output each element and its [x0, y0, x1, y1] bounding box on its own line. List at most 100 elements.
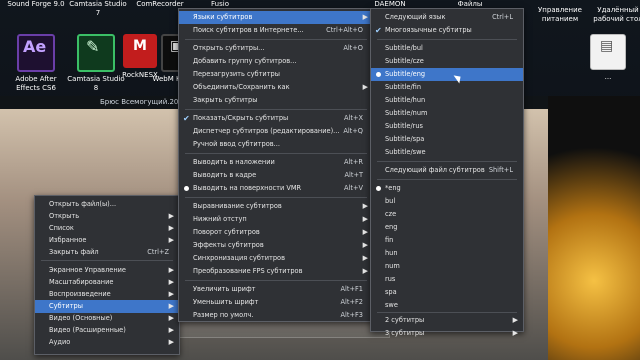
menu-item-search-subtitles[interactable]: Поиск субтитров в Интернете... Ctrl+Alt+… — [179, 24, 373, 37]
menu-item-render-vmr-surface[interactable]: Выводить на поверхности VMR Alt+V — [179, 182, 373, 195]
radio-dot-icon — [376, 186, 381, 191]
menu-item-subtitle-hun[interactable]: Subtitle/hun — [371, 94, 523, 107]
desktop-icon-power[interactable]: Управление питанием — [530, 6, 590, 24]
desktop-icon-label: Управление питанием — [538, 6, 582, 23]
menu-item-label: fin — [385, 236, 394, 244]
menu-item-fps-conversion[interactable]: Преобразование FPS субтитров ▶ — [179, 265, 373, 278]
submenu-arrow-icon: ▶ — [512, 316, 518, 324]
menu-item-label: Показать/Скрыть субтитры — [193, 114, 289, 122]
menu-item-open-subtitles[interactable]: Открыть субтитры... Alt+O — [179, 42, 373, 55]
menu-item-file-eng-active[interactable]: *eng — [371, 182, 523, 195]
desktop-icon-remote-desktop[interactable]: Удалённый рабочий стол — [588, 6, 640, 24]
menu-item-render-overlay[interactable]: Выводить в наложении Alt+R — [179, 156, 373, 169]
menu-item-label: Следующий язык — [385, 13, 446, 21]
menu-item-toggle-subtitles[interactable]: ✔ Показать/Скрыть субтитры Alt+X — [179, 112, 373, 125]
menu-item-shortcut: Alt+Q — [343, 127, 363, 135]
menu-item-merge-save-as[interactable]: Объединить/Сохранить как ▶ — [179, 81, 373, 94]
menu-item-label: Выравнивание субтитров — [193, 202, 282, 210]
menu-item-subtitle-effects[interactable]: Эффекты субтитров ▶ — [179, 239, 373, 252]
menu-item-label: eng — [385, 223, 398, 231]
menu-item-subtitle-sync[interactable]: Синхронизация субтитров ▶ — [179, 252, 373, 265]
menu-item-label: Поиск субтитров в Интернете... — [193, 26, 304, 34]
submenu-arrow-icon: ▶ — [362, 13, 368, 21]
document-icon: ▤ — [590, 34, 626, 70]
menu-item-shortcut: Alt+F1 — [340, 285, 363, 293]
menu-item-label: Subtitle/spa — [385, 135, 425, 143]
menu-item-3-subtitles[interactable]: 3 субтитры ▶ — [371, 327, 523, 340]
menu-item-subtitle-fin[interactable]: Subtitle/fin — [371, 81, 523, 94]
menu-item-bottom-margin[interactable]: Нижний отступ ▶ — [179, 213, 373, 226]
menu-separator — [377, 161, 517, 162]
submenu-arrow-icon: ▶ — [362, 254, 368, 262]
menu-item-subtitle-eng[interactable]: Subtitle/eng — [371, 68, 523, 81]
menu-item-decrease-font[interactable]: Уменьшить шрифт Alt+F2 — [179, 296, 373, 309]
menu-item-label: Диспетчер субтитров (редактирование)... — [193, 127, 340, 135]
menu-item-file-eng[interactable]: eng — [371, 221, 523, 234]
menu-item-subtitle-rotation[interactable]: Поворот субтитров ▶ — [179, 226, 373, 239]
menu-item-file-cze[interactable]: cze — [371, 208, 523, 221]
menu-item-subtitle-num[interactable]: Subtitle/num — [371, 107, 523, 120]
menu-item-label: Открыть субтитры... — [193, 44, 265, 52]
menu-item-label: Закрыть субтитры — [193, 96, 258, 104]
menu-item-shortcut: Ctrl+L — [492, 13, 513, 21]
menu-item-reload-subtitles[interactable]: Перезагрузить субтитры — [179, 68, 373, 81]
radio-dot-icon — [376, 72, 381, 77]
desktop-icon-camtasia-7[interactable]: Camtasia Studio 7 — [68, 0, 128, 18]
submenu-arrow-icon: ▶ — [362, 83, 368, 91]
background-car-scene — [548, 96, 640, 360]
menu-item-label: Нижний отступ — [193, 215, 247, 223]
menu-item-label: Перезагрузить субтитры — [193, 70, 280, 78]
menu-item-label: cze — [385, 210, 397, 218]
submenu-arrow-icon: ▶ — [362, 228, 368, 236]
menu-item-label: Добавить группу субтитров... — [193, 57, 297, 65]
menu-item-label: Преобразование FPS субтитров — [193, 267, 303, 275]
menu-item-subtitle-rus[interactable]: Subtitle/rus — [371, 120, 523, 133]
desktop-icon-after-effects[interactable]: Ae Adobe After Effects CS6 — [6, 34, 66, 93]
menu-item-render-in-frame[interactable]: Выводить в кадре Alt+T — [179, 169, 373, 182]
menu-item-increase-font[interactable]: Увеличить шрифт Alt+F1 — [179, 283, 373, 296]
menu-item-file-swe[interactable]: swe — [371, 299, 523, 312]
menu-item-default-size[interactable]: Размер по умолч. Alt+F3 — [179, 309, 373, 322]
menu-item-close-subtitles[interactable]: Закрыть субтитры — [179, 94, 373, 107]
menu-item-file-rus[interactable]: rus — [371, 273, 523, 286]
menu-item-file-fin[interactable]: fin — [371, 234, 523, 247]
submenu-arrow-icon: ▶ — [512, 329, 518, 337]
menu-item-label: Следующий файл субтитров — [385, 166, 485, 174]
menu-item-manual-subtitle-input[interactable]: Ручной ввод субтитров... — [179, 138, 373, 151]
desktop-icon-label: Удалённый рабочий стол — [593, 6, 640, 23]
menu-item-subtitle-cze[interactable]: Subtitle/cze — [371, 55, 523, 68]
desktop-icon-sound-forge[interactable]: Sound Forge 9.0 — [6, 0, 66, 9]
menu-item-label: Языки субтитров — [193, 13, 253, 21]
menu-item-label: Аудио — [49, 338, 71, 346]
menu-item-next-language[interactable]: Следующий язык Ctrl+L — [371, 11, 523, 24]
menu-item-add-subtitle-group[interactable]: Добавить группу субтитров... — [179, 55, 373, 68]
menu-item-subtitle-alignment[interactable]: Выравнивание субтитров ▶ — [179, 200, 373, 213]
menu-item-label: Subtitle/fin — [385, 83, 421, 91]
menu-item-2-subtitles[interactable]: 2 субтитры ▶ — [371, 314, 523, 327]
menu-item-subtitle-swe[interactable]: Subtitle/swe — [371, 146, 523, 159]
menu-item-shortcut: Alt+R — [343, 158, 363, 166]
menu-item-audio[interactable]: Аудио ▶ — [35, 336, 179, 349]
menu-item-subtitle-bul[interactable]: Subtitle/bul — [371, 42, 523, 55]
menu-item-file-num[interactable]: num — [371, 260, 523, 273]
menu-item-label: hun — [385, 249, 398, 257]
menu-separator — [377, 39, 517, 40]
subtitle-languages-submenu: Следующий язык Ctrl+L ✔ Многоязычные суб… — [370, 8, 524, 337]
menu-item-file-spa[interactable]: spa — [371, 286, 523, 299]
menu-item-file-hun[interactable]: hun — [371, 247, 523, 260]
menu-item-file-bul[interactable]: bul — [371, 195, 523, 208]
submenu-arrow-icon: ▶ — [362, 202, 368, 210]
menu-item-multilingual-subtitles[interactable]: ✔ Многоязычные субтитры — [371, 24, 523, 37]
menu-item-shortcut: Ctrl+Alt+O — [326, 26, 363, 34]
menu-item-label: Выводить в наложении — [193, 158, 275, 166]
menu-item-next-subtitle-file[interactable]: Следующий файл субтитров Shift+L — [371, 164, 523, 177]
menu-item-label: Ручной ввод субтитров... — [193, 140, 280, 148]
subtitles-submenu: Языки субтитров ▶ Поиск субтитров в Инте… — [178, 8, 374, 322]
menu-item-subtitle-manager[interactable]: Диспетчер субтитров (редактирование)... … — [179, 125, 373, 138]
menu-item-label: bul — [385, 197, 396, 205]
menu-item-subtitle-spa[interactable]: Subtitle/spa — [371, 133, 523, 146]
desktop-icon-document[interactable]: ▤ ... — [578, 34, 638, 82]
menu-item-close-file[interactable]: Закрыть файл Ctrl+Z — [35, 246, 179, 259]
menu-separator — [377, 179, 517, 180]
menu-item-subtitle-languages[interactable]: Языки субтитров ▶ — [179, 11, 373, 24]
